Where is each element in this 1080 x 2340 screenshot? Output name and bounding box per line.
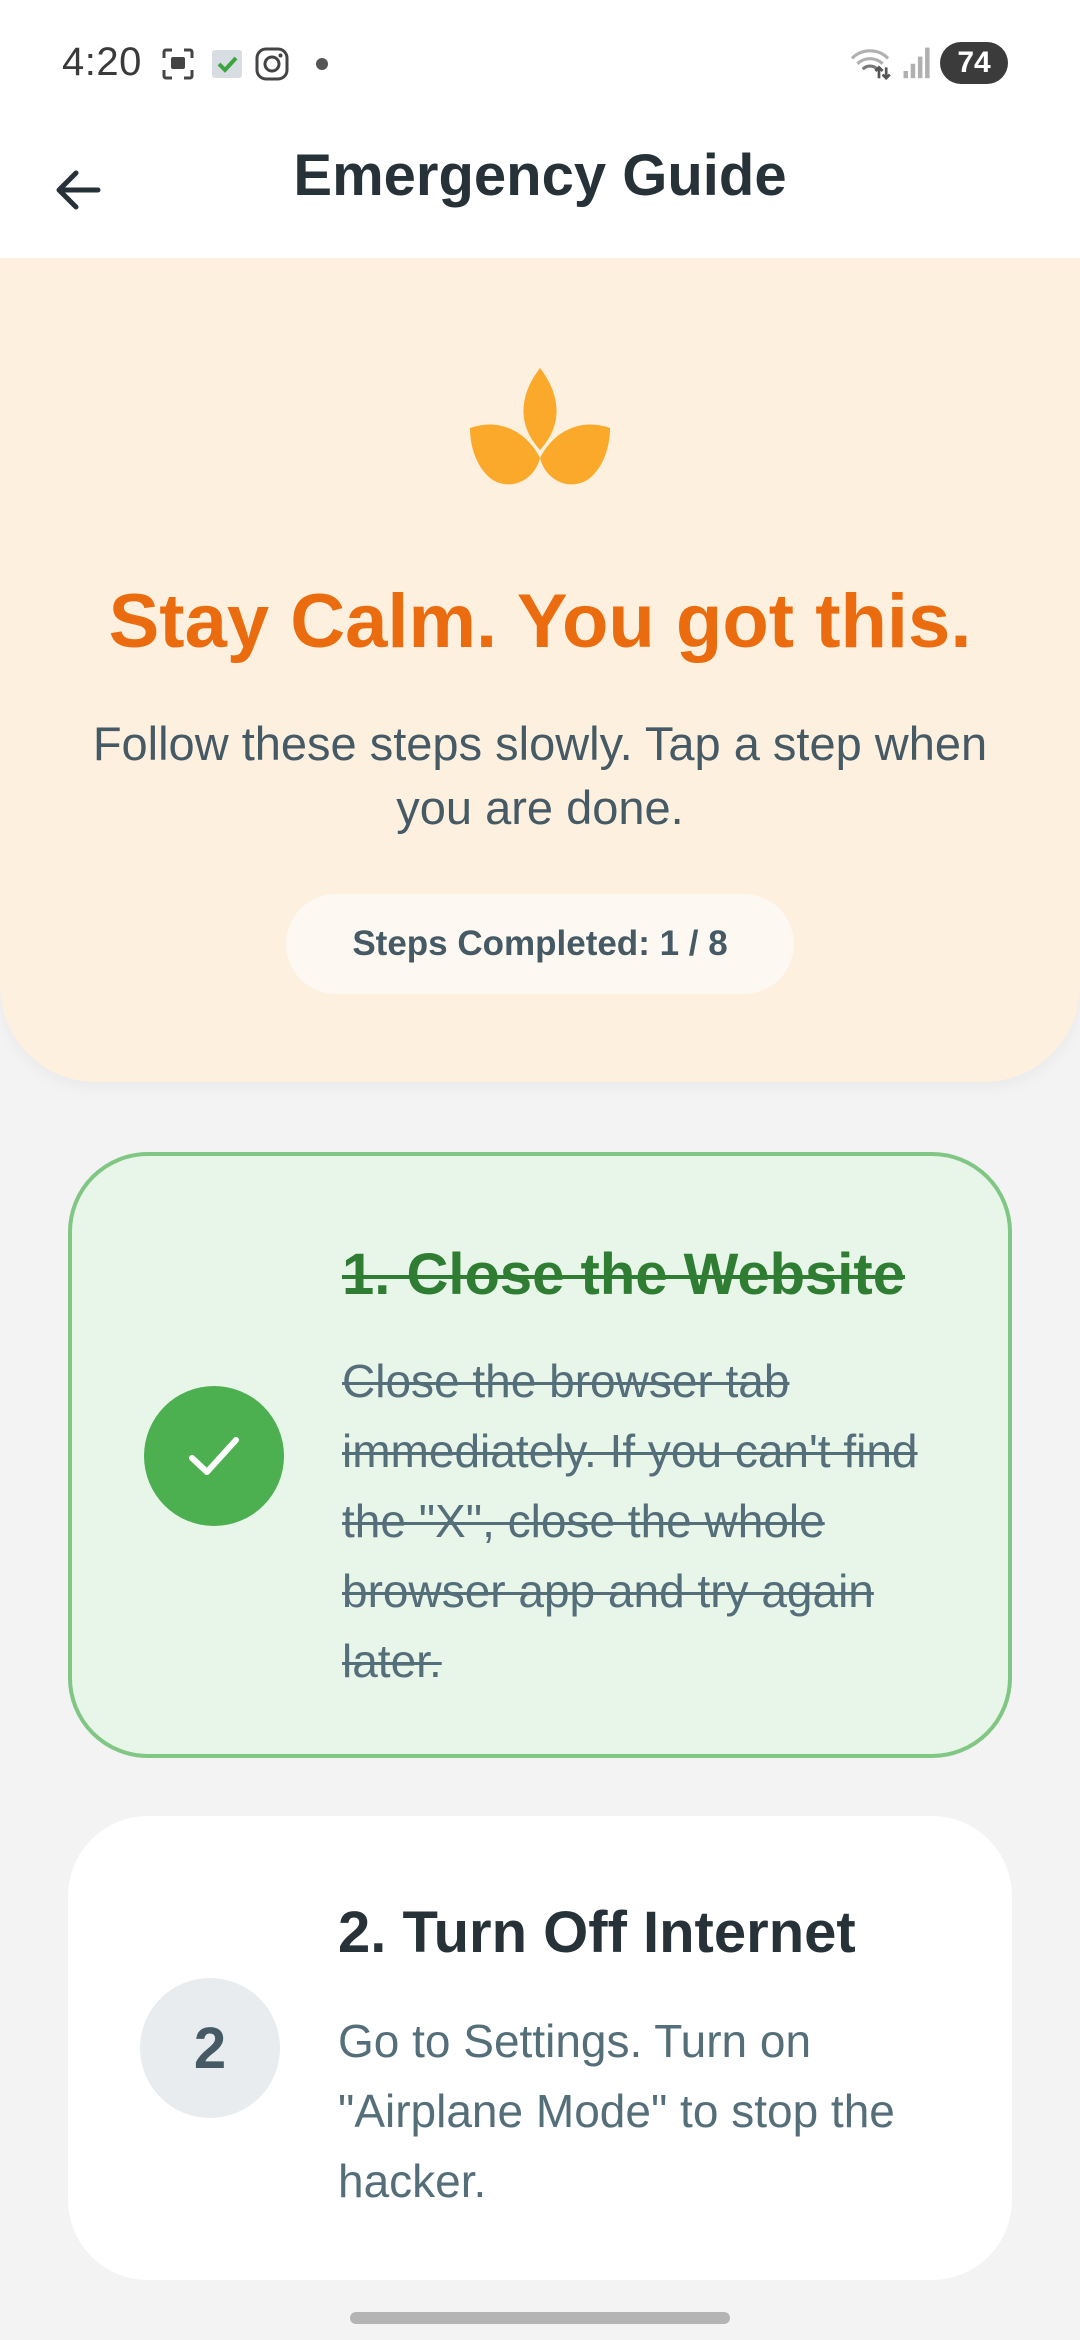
page-title: Emergency Guide xyxy=(293,143,787,208)
security-app-icon xyxy=(212,50,242,78)
step-description: Go to Settings. Turn on "Airplane Mode" … xyxy=(338,2015,895,2207)
checkmark-icon xyxy=(189,1437,239,1475)
hero-banner: Stay Calm. You got this. Follow these st… xyxy=(0,258,1080,1082)
step-complete-badge xyxy=(144,1386,284,1526)
battery-icon: 74 xyxy=(940,42,1008,84)
instagram-icon xyxy=(255,47,289,81)
screenshot-icon xyxy=(162,48,194,80)
status-bar: 4:20 74 xyxy=(0,0,1080,130)
step-description: Close the browser tab immediately. If yo… xyxy=(342,1355,918,1687)
step-card-close-website[interactable]: 1. Close the Website Close the browser t… xyxy=(68,1152,1012,1758)
lotus-icon xyxy=(470,368,610,485)
step-title: 2. Turn Off Internet xyxy=(338,1900,856,1965)
step-number-badge: 2 xyxy=(140,1978,280,2118)
wifi-icon xyxy=(850,49,891,80)
signal-icon xyxy=(903,47,930,79)
gesture-navigation-bar[interactable] xyxy=(350,2312,730,2324)
steps-progress-badge: Steps Completed: 1 / 8 xyxy=(286,894,794,994)
hero-title: Stay Calm. You got this. xyxy=(108,579,972,664)
step-card-turn-off-internet[interactable]: 2 2. Turn Off Internet Go to Settings. T… xyxy=(68,1816,1012,2280)
status-time: 4:20 xyxy=(62,40,142,84)
notification-dot-icon xyxy=(316,58,328,70)
hero-subtitle: Follow these steps slowly. Tap a step wh… xyxy=(92,717,988,834)
step-title: 1. Close the Website xyxy=(342,1242,905,1307)
